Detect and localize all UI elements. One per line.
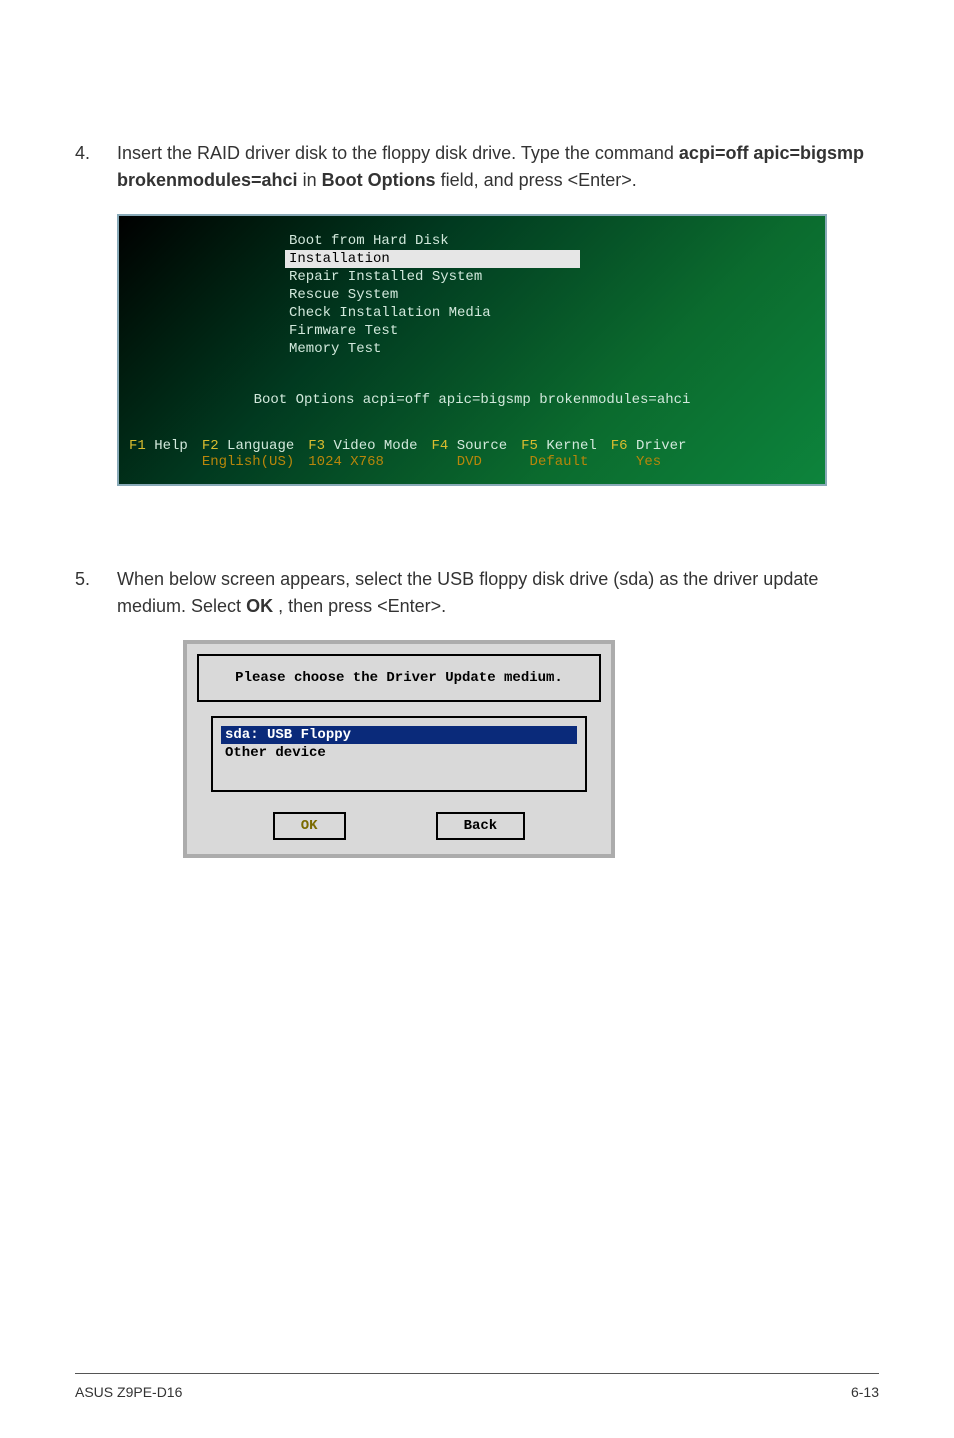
f6-key: F6: [611, 438, 628, 454]
driver-update-dialog: Please choose the Driver Update medium. …: [183, 640, 615, 858]
fn-f4[interactable]: F4 Source DVD: [432, 438, 508, 470]
f3-sub: 1024 X768: [308, 454, 384, 470]
boot-options-line[interactable]: Boot Options acpi=off apic=bigsmp broken…: [119, 392, 825, 408]
fn-f1[interactable]: F1 Help: [129, 438, 188, 470]
f3-key: F3: [308, 438, 325, 454]
boot-item-installation[interactable]: Installation: [285, 250, 580, 268]
step5-ok: OK: [246, 596, 273, 616]
footer-divider: [75, 1373, 879, 1374]
step-4-text: Insert the RAID driver disk to the flopp…: [117, 140, 879, 194]
f1-key: F1: [129, 438, 146, 454]
dialog-buttons: OK Back: [197, 812, 601, 840]
f4-sub: DVD: [432, 454, 508, 470]
f2-label: Language: [227, 438, 294, 454]
f5-key: F5: [521, 438, 538, 454]
back-button[interactable]: Back: [436, 812, 526, 840]
step-4: 4. Insert the RAID driver disk to the fl…: [75, 140, 879, 194]
boot-menu: Boot from Hard Disk Installation Repair …: [289, 232, 825, 358]
f3-label: Video Mode: [333, 438, 417, 454]
boot-screen-wrap: Boot from Hard Disk Installation Repair …: [117, 214, 879, 486]
dialog-list: sda: USB Floppy Other device: [211, 716, 587, 792]
step4-pre: Insert the RAID driver disk to the flopp…: [117, 143, 679, 163]
f4-key: F4: [432, 438, 449, 454]
fn-f3[interactable]: F3 Video Mode 1024 X768: [308, 438, 417, 470]
fn-row: F1 Help F2 Language English(US) F3 Video…: [119, 438, 825, 476]
f1-label: Help: [154, 438, 188, 454]
f2-sub: English(US): [202, 454, 294, 470]
f6-sub: Yes: [611, 454, 687, 470]
boot-item-rescue[interactable]: Rescue System: [289, 286, 825, 304]
f5-sub: Default: [521, 454, 597, 470]
step4-field: Boot Options: [322, 170, 436, 190]
boot-item-harddisk[interactable]: Boot from Hard Disk: [289, 232, 825, 250]
step-5-text: When below screen appears, select the US…: [117, 566, 879, 620]
step5-post: , then press <Enter>.: [278, 596, 446, 616]
f4-label: Source: [457, 438, 507, 454]
step-4-number: 4.: [75, 140, 117, 194]
step4-mid: in: [303, 170, 322, 190]
footer-left: ASUS Z9PE-D16: [75, 1384, 182, 1400]
footer-right: 6-13: [851, 1384, 879, 1400]
dialog-item-sda[interactable]: sda: USB Floppy: [221, 726, 577, 744]
fn-f2[interactable]: F2 Language English(US): [202, 438, 294, 470]
dialog-wrap: Please choose the Driver Update medium. …: [183, 640, 879, 858]
f6-label: Driver: [636, 438, 686, 454]
f5-label: Kernel: [546, 438, 596, 454]
boot-item-memory[interactable]: Memory Test: [289, 340, 825, 358]
boot-item-repair[interactable]: Repair Installed System: [289, 268, 825, 286]
page-footer: ASUS Z9PE-D16 6-13: [0, 1361, 954, 1438]
dialog-item-other[interactable]: Other device: [221, 744, 577, 762]
boot-item-checkmedia[interactable]: Check Installation Media: [289, 304, 825, 322]
step5-pre: When below screen appears, select the US…: [117, 569, 818, 616]
step4-post: field, and press <Enter>.: [441, 170, 637, 190]
boot-item-firmware[interactable]: Firmware Test: [289, 322, 825, 340]
f2-key: F2: [202, 438, 219, 454]
step-5: 5. When below screen appears, select the…: [75, 566, 879, 620]
step-5-number: 5.: [75, 566, 117, 620]
fn-f6[interactable]: F6 Driver Yes: [611, 438, 687, 470]
boot-screen: Boot from Hard Disk Installation Repair …: [117, 214, 827, 486]
ok-button[interactable]: OK: [273, 812, 346, 840]
dialog-title: Please choose the Driver Update medium.: [197, 654, 601, 702]
fn-f5[interactable]: F5 Kernel Default: [521, 438, 597, 470]
